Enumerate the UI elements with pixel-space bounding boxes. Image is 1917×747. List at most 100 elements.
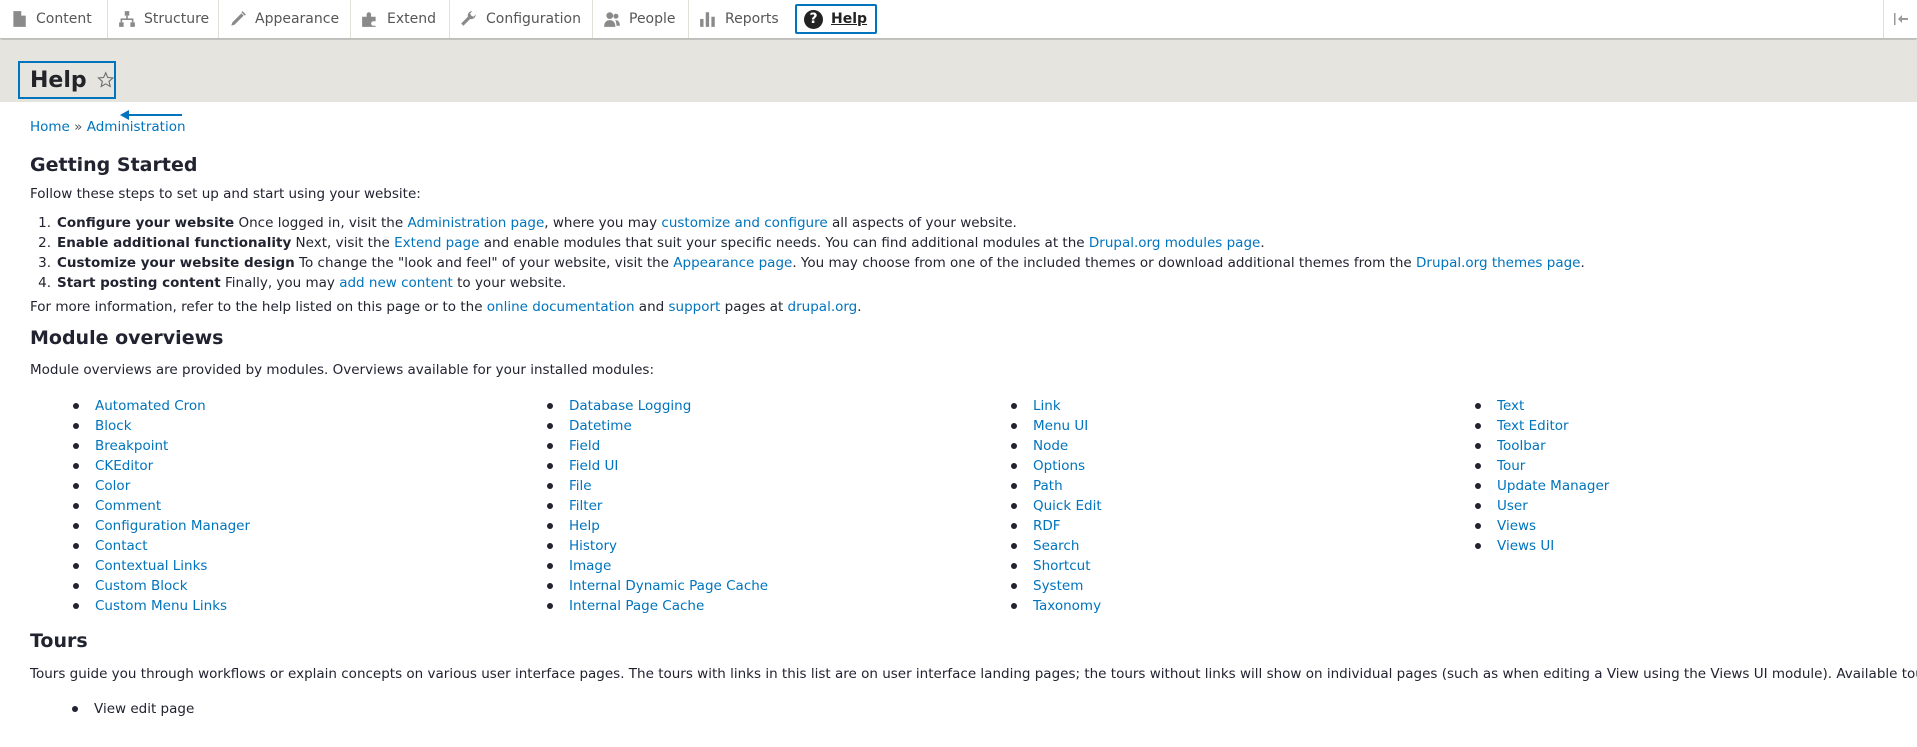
breadcrumb-home[interactable]: Home (30, 119, 70, 135)
module-link[interactable]: Datetime (569, 418, 632, 434)
module-link[interactable]: Filter (569, 498, 602, 514)
module-list-column-3: Link Menu UI Node Options Path Quick Edit RDF S… (1011, 396, 1102, 616)
module-link[interactable]: Views UI (1497, 538, 1554, 554)
tours-list: View edit page (72, 699, 194, 719)
extend-page-link[interactable]: Extend page (394, 235, 479, 251)
module-list-item: Datetime (547, 416, 768, 436)
module-list-item: Toolbar (1475, 436, 1609, 456)
module-link[interactable]: Database Logging (569, 398, 691, 414)
module-list-item: Comment (73, 496, 250, 516)
online-documentation-link[interactable]: online documentation (487, 299, 635, 315)
module-link[interactable]: CKEditor (95, 458, 153, 474)
module-link[interactable]: Link (1033, 398, 1061, 414)
module-link[interactable]: RDF (1033, 518, 1061, 534)
module-link[interactable]: Options (1033, 458, 1085, 474)
add-new-content-link[interactable]: add new content (339, 275, 453, 291)
module-link[interactable]: User (1497, 498, 1528, 514)
toolbar-item-structure[interactable]: Structure (108, 0, 219, 38)
module-list-item: Field UI (547, 456, 768, 476)
module-link[interactable]: System (1033, 578, 1083, 594)
module-list-item: Internal Dynamic Page Cache (547, 576, 768, 596)
collapse-icon (1893, 13, 1908, 25)
module-link[interactable]: Contextual Links (95, 558, 207, 574)
module-overviews-heading: Module overviews (30, 327, 224, 349)
more-information-text: For more information, refer to the help … (30, 299, 862, 315)
module-link[interactable]: Views (1497, 518, 1536, 534)
module-link[interactable]: Configuration Manager (95, 518, 250, 534)
breadcrumb-separator: » (74, 119, 83, 135)
administration-page-link[interactable]: Administration page (407, 215, 544, 231)
star-icon[interactable] (96, 69, 114, 91)
structure-icon (119, 11, 135, 27)
module-link[interactable]: Text (1497, 398, 1524, 414)
module-list-item: File (547, 476, 768, 496)
module-link[interactable]: File (569, 478, 592, 494)
module-list-item: RDF (1011, 516, 1102, 536)
module-link[interactable]: Custom Block (95, 578, 188, 594)
module-list-item: Help (547, 516, 768, 536)
module-link[interactable]: Custom Menu Links (95, 598, 227, 614)
module-link[interactable]: Breakpoint (95, 438, 168, 454)
module-link[interactable]: History (569, 538, 617, 554)
module-link[interactable]: Image (569, 558, 611, 574)
module-list-item: Custom Block (73, 576, 250, 596)
module-list-item: Tour (1475, 456, 1609, 476)
breadcrumb-administration[interactable]: Administration (87, 119, 186, 135)
module-link[interactable]: Block (95, 418, 132, 434)
module-link[interactable]: Internal Page Cache (569, 598, 704, 614)
module-link[interactable]: Help (569, 518, 600, 534)
module-list-item: Update Manager (1475, 476, 1609, 496)
module-link[interactable]: Tour (1497, 458, 1525, 474)
module-list-item: History (547, 536, 768, 556)
module-link[interactable]: Text Editor (1497, 418, 1569, 434)
page-header: Help (0, 40, 1917, 120)
module-link[interactable]: Path (1033, 478, 1063, 494)
toolbar-item-extend[interactable]: Extend (351, 0, 450, 38)
tours-intro: Tours guide you through workflows or exp… (30, 666, 1917, 682)
module-list-item: Contextual Links (73, 556, 250, 576)
module-list-item: Automated Cron (73, 396, 250, 416)
module-link[interactable]: Automated Cron (95, 398, 206, 414)
module-link[interactable]: Comment (95, 498, 161, 514)
getting-started-intro: Follow these steps to set up and start u… (30, 186, 421, 202)
drupal-modules-link[interactable]: Drupal.org modules page (1089, 235, 1260, 251)
appearance-page-link[interactable]: Appearance page (673, 255, 792, 271)
module-link[interactable]: Field UI (569, 458, 618, 474)
appearance-icon (231, 11, 246, 26)
toolbar-collapse-button[interactable] (1883, 0, 1917, 38)
toolbar-item-appearance[interactable]: Appearance (219, 0, 351, 38)
module-link[interactable]: Toolbar (1497, 438, 1546, 454)
module-list-column-4: Text Text Editor Toolbar Tour Update Manager… (1475, 396, 1609, 556)
module-link[interactable]: Node (1033, 438, 1068, 454)
module-link[interactable]: Contact (95, 538, 148, 554)
step-item: 2. Enable additional functionality Next, … (38, 235, 1265, 251)
module-link[interactable]: Quick Edit (1033, 498, 1102, 514)
drupal-themes-link[interactable]: Drupal.org themes page (1416, 255, 1580, 271)
support-link[interactable]: support (669, 299, 721, 315)
module-list-item: Field (547, 436, 768, 456)
module-list-item: Taxonomy (1011, 596, 1102, 616)
tours-heading: Tours (30, 630, 88, 652)
page-title: Help (30, 67, 87, 93)
module-link[interactable]: Taxonomy (1033, 598, 1101, 614)
toolbar-item-content[interactable]: Content (0, 0, 108, 38)
toolbar-item-reports[interactable]: Reports (689, 0, 793, 38)
module-link[interactable]: Field (569, 438, 600, 454)
admin-toolbar: Content Structure Appearance Extend Conf… (0, 0, 1917, 39)
module-link[interactable]: Shortcut (1033, 558, 1091, 574)
step-item: 3. Customize your website design To chang… (38, 255, 1585, 271)
toolbar-item-people[interactable]: People (593, 0, 689, 38)
toolbar-item-configuration[interactable]: Configuration (450, 0, 593, 38)
module-link[interactable]: Update Manager (1497, 478, 1609, 494)
module-list-item: Views UI (1475, 536, 1609, 556)
toolbar-item-help[interactable]: ? Help (795, 4, 877, 34)
breadcrumb: Home » Administration (30, 119, 186, 135)
step-item: 4. Start posting content Finally, you may… (38, 275, 567, 291)
drupal-org-link[interactable]: drupal.org (788, 299, 858, 315)
module-list-item: Path (1011, 476, 1102, 496)
module-link[interactable]: Menu UI (1033, 418, 1088, 434)
module-link[interactable]: Search (1033, 538, 1079, 554)
module-link[interactable]: Color (95, 478, 130, 494)
module-link[interactable]: Internal Dynamic Page Cache (569, 578, 768, 594)
customize-configure-link[interactable]: customize and configure (661, 215, 827, 231)
